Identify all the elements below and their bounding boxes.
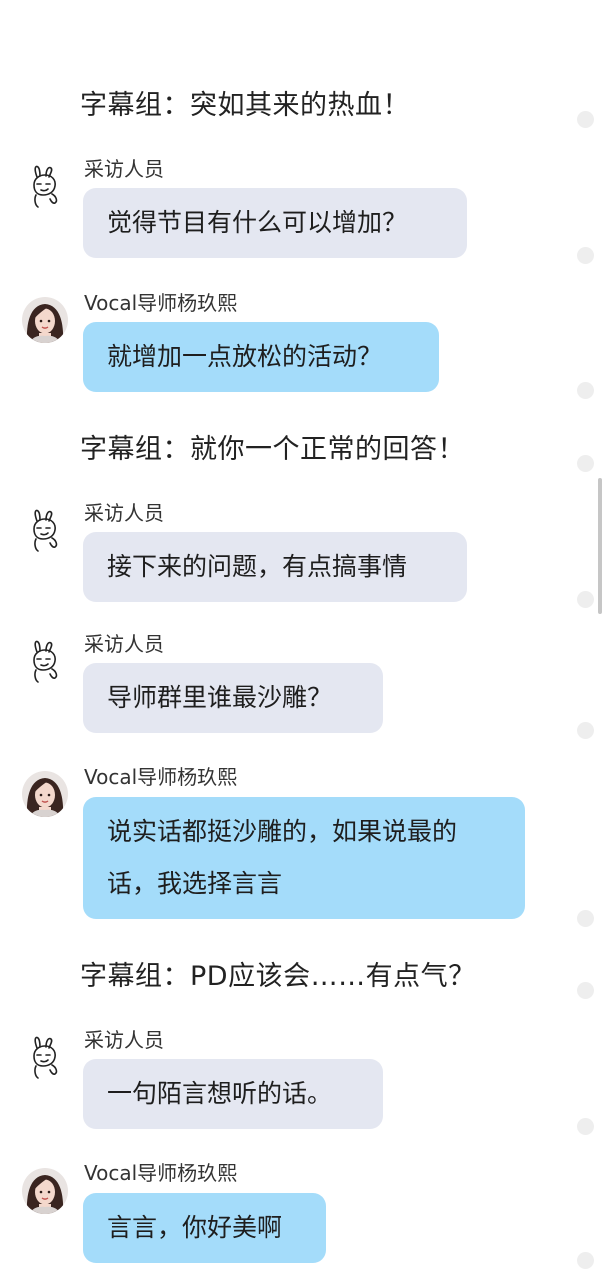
timeline-dot — [577, 910, 594, 927]
rabbit-doodle-icon — [33, 509, 58, 552]
subtitle-caption: 字幕组：突如其来的热血！ — [80, 90, 410, 121]
woman-portrait-avatar — [22, 1168, 68, 1214]
message-bubble[interactable]: 接下来的问题，有点搞事情 — [83, 532, 467, 602]
timeline-dot — [577, 1252, 594, 1269]
interviewer-avatar[interactable] — [22, 638, 68, 684]
message-bubble[interactable]: 就增加一点放松的活动？ — [83, 322, 439, 392]
subtitle-caption: 字幕组：就你一个正常的回答！ — [80, 434, 465, 465]
message-bubble[interactable]: 导师群里谁最沙雕？ — [83, 663, 383, 733]
rabbit-doodle-icon — [33, 640, 58, 683]
message-line: 话，我选择言言 — [107, 869, 283, 898]
timeline-dot — [577, 382, 594, 399]
message-line: 说实话都挺沙雕的，如果说最的 — [107, 817, 458, 846]
sender-name: 采访人员 — [84, 501, 164, 525]
sender-name: Vocal导师杨玖熙 — [84, 1161, 238, 1185]
message-bubble[interactable]: 说实话都挺沙雕的，如果说最的 话，我选择言言 — [83, 797, 525, 919]
timeline-dot — [577, 982, 594, 999]
message-bubble[interactable]: 一句陌言想听的话。 — [83, 1059, 383, 1129]
timeline-dot — [577, 455, 594, 472]
mentor-avatar[interactable] — [22, 297, 68, 343]
woman-portrait-avatar — [22, 771, 68, 817]
timeline-dot — [577, 111, 594, 128]
mentor-avatar[interactable] — [22, 771, 68, 817]
subtitle-caption: 字幕组：PD应该会……有点气？ — [80, 961, 476, 992]
scrollbar-thumb[interactable] — [598, 478, 602, 614]
sender-name: 采访人员 — [84, 1028, 164, 1052]
message-bubble[interactable]: 言言，你好美啊 — [83, 1193, 326, 1263]
rabbit-doodle-icon — [33, 1036, 58, 1079]
interviewer-avatar[interactable] — [22, 507, 68, 553]
timeline-dot — [577, 247, 594, 264]
message-bubble[interactable]: 觉得节目有什么可以增加？ — [83, 188, 467, 258]
sender-name: Vocal导师杨玖熙 — [84, 291, 238, 315]
timeline-dot — [577, 591, 594, 608]
interviewer-avatar[interactable] — [22, 1034, 68, 1080]
sender-name: 采访人员 — [84, 157, 164, 181]
timeline-dot — [577, 1118, 594, 1135]
sender-name: 采访人员 — [84, 632, 164, 656]
mentor-avatar[interactable] — [22, 1168, 68, 1214]
interviewer-avatar[interactable] — [22, 163, 68, 209]
rabbit-doodle-icon — [33, 165, 58, 208]
woman-portrait-avatar — [22, 297, 68, 343]
sender-name: Vocal导师杨玖熙 — [84, 765, 238, 789]
timeline-dot — [577, 722, 594, 739]
